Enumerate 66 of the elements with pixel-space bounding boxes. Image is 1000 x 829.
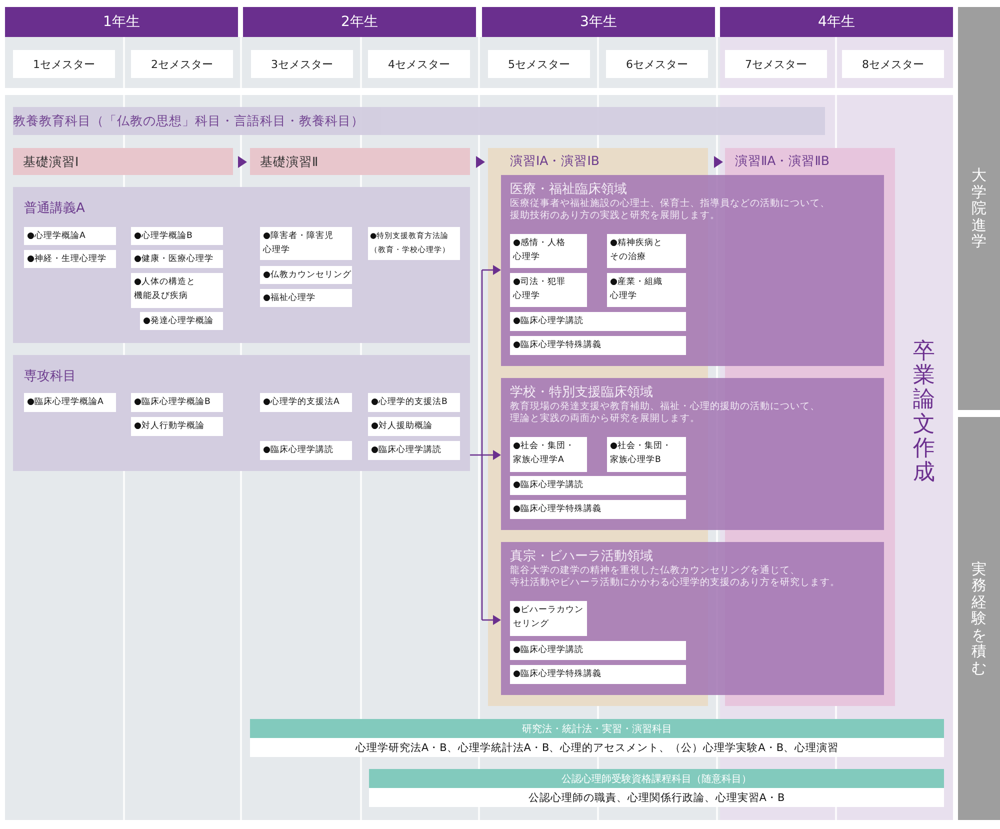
course-item: ●臨床心理学特殊講義: [510, 500, 686, 519]
course-item: ●臨床心理学講読: [260, 441, 352, 460]
course-item: ●臨床心理学講読: [510, 312, 686, 331]
course-item: ●心理学的支援法B: [368, 393, 460, 412]
course-list: 心理学研究法A・B、心理学統計法A・B、心理的アセスメント、（公）心理学実験A・B、心理演習: [250, 738, 944, 757]
course-item: ●臨床心理学講読: [368, 441, 460, 460]
course-list: 公認心理師の職責、心理関係行政論、心理実習A・B: [369, 788, 944, 807]
domain-title: 医療・福祉臨床領域: [510, 181, 628, 198]
course-item: ●臨床心理学特殊講義: [510, 336, 686, 355]
course-item: ●社会・集団・家族心理学B: [607, 437, 686, 472]
course-item: ●臨床心理学講読: [510, 641, 686, 660]
course-item: ●臨床心理学特殊講義: [510, 665, 686, 684]
semester-label: 1セメスター: [13, 50, 115, 78]
year-header: 2年生: [243, 7, 476, 37]
course-item: ●福祉心理学: [260, 289, 352, 307]
year-header: 1年生: [5, 7, 238, 37]
arrow-icon: [476, 156, 485, 168]
description-line: 教育現場の発達支援や教育補助、福祉・心理的援助の活動について、: [510, 401, 821, 413]
course-item: ●健康・医療心理学: [131, 250, 223, 268]
course-item: ●臨床心理学講読: [510, 476, 686, 495]
course-item: ●心理学的支援法A: [260, 393, 352, 412]
course-item: ●仏教カウンセリング: [260, 266, 352, 284]
description-line: 龍谷大学の建学の精神を重視した仏教カウンセリングを通じて、: [510, 565, 801, 577]
group-title: 専攻科目: [24, 368, 77, 385]
group-title: 普通講義A: [24, 200, 86, 217]
course-item: ●精神疾病とその治療: [607, 234, 686, 268]
year-header: 4年生: [720, 7, 953, 37]
course-item: ●対人行動学概論: [131, 417, 223, 436]
course-item: ●ビハーラカウンセリング: [510, 601, 587, 636]
course-item: ●産業・組織心理学: [607, 273, 686, 307]
course-item: ●人体の構造と機能及び疾病: [131, 273, 223, 308]
domain-title: 真宗・ビハーラ活動領域: [510, 548, 654, 565]
course-item: ●臨床心理学概論B: [131, 393, 223, 412]
semester-label: 5セメスター: [488, 50, 590, 78]
course-item: ●臨床心理学概論A: [24, 393, 116, 412]
arrow-icon: [238, 156, 247, 168]
course-item: ●対人援助概論: [368, 417, 460, 436]
course-item: ●司法・犯罪心理学: [510, 273, 587, 307]
semester-label: 2セメスター: [131, 50, 233, 78]
description-line: 寺社活動やビハーラ活動にかかわる心理学的支援のあり方を研究します。: [510, 577, 841, 589]
semester-label: 7セメスター: [725, 50, 827, 78]
domain-title: 学校・特別支援臨床領域: [510, 384, 654, 400]
seminar-bar: 基礎演習Ⅰ: [13, 148, 233, 175]
course-item: ●障害者・障害児心理学: [260, 227, 352, 260]
course-item: ●社会・集団・家族心理学A: [510, 437, 587, 472]
description-line: 医療従事者や福祉施設の心理士、保育士、指導員などの活動について、: [510, 198, 831, 210]
semester-label: 3セメスター: [251, 50, 353, 78]
semester-label: 6セメスター: [606, 50, 708, 78]
arrow-icon: [714, 156, 723, 168]
category-header: 研究法・統計法・実習・演習科目: [250, 719, 944, 738]
year-header: 3年生: [482, 7, 715, 37]
semester-label: 4セメスター: [368, 50, 470, 78]
description-line: 理論と実践の両面から研究を展開します。: [510, 413, 701, 425]
side-label: 実務経験を積む: [958, 417, 1000, 820]
seminar-bar: 基礎演習Ⅱ: [250, 148, 470, 175]
course-bar: 教養教育科目（「仏教の思想」科目・言語科目・教養科目）: [13, 107, 825, 135]
course-item: ●発達心理学概論: [140, 312, 223, 330]
course-item: ●心理学概論A: [24, 227, 116, 245]
semester-label: 8セメスター: [842, 50, 944, 78]
course-item: ●神経・生理心理学: [24, 250, 116, 268]
thesis-label: 卒業論文作成: [913, 340, 936, 487]
category-header: 公認心理師受験資格課程科目（随意科目）: [369, 769, 944, 788]
description-line: 援助技術のあり方の実践と研究を展開します。: [510, 210, 721, 222]
course-item: ●心理学概論B: [131, 227, 223, 245]
course-item: ●感情・人格心理学: [510, 234, 587, 268]
side-label: 大学院進学: [958, 7, 1000, 410]
